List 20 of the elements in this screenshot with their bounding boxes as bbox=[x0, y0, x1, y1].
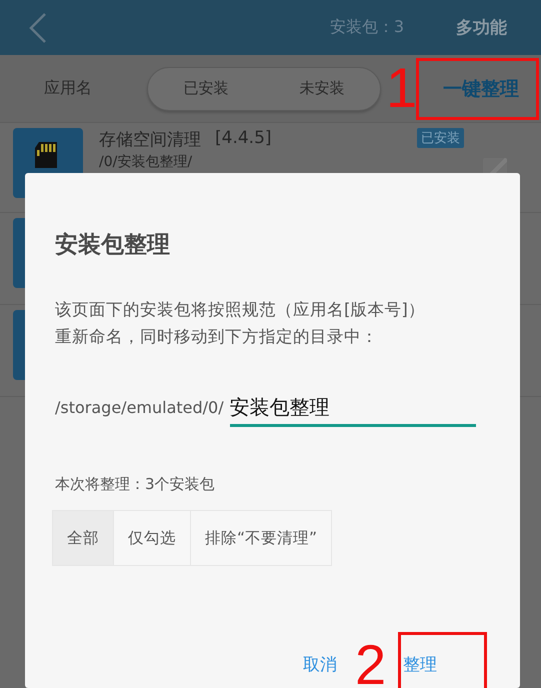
menu-button[interactable]: 多功能 bbox=[456, 16, 507, 39]
path-prefix: /storage/emulated/0/ bbox=[55, 398, 224, 419]
scope-option[interactable]: 全部 bbox=[53, 511, 113, 565]
filter-tab[interactable]: 已安装 bbox=[176, 75, 236, 102]
app-name: 存储空间清理 bbox=[99, 129, 201, 151]
app-version: [4.4.5] bbox=[215, 128, 272, 150]
annotation-number: 2 bbox=[355, 637, 386, 688]
organize-button[interactable]: 一键整理 bbox=[443, 76, 519, 102]
folder-name-field[interactable]: 安装包整理 bbox=[230, 395, 476, 427]
status-badge: 已安装 bbox=[417, 128, 464, 148]
filter-tab[interactable]: 未安装 bbox=[292, 75, 352, 102]
summary-text: 本次将整理：3个安装包 bbox=[55, 475, 216, 494]
column-label: 应用名 bbox=[44, 78, 92, 99]
organize-button[interactable]: 整理 bbox=[395, 649, 445, 680]
dialog-title: 安装包整理 bbox=[55, 231, 171, 260]
app-path: /0/安装包整理/ bbox=[99, 153, 194, 171]
annotation-number: 1 bbox=[386, 60, 418, 116]
cancel-button[interactable]: 取消 bbox=[295, 649, 345, 680]
package-count: 安装包：3 bbox=[330, 17, 404, 38]
dialog-message: 该页面下的安装包将按照规范（应用名[版本号]）重新命名，同时移动到下方指定的目录中： bbox=[55, 299, 426, 348]
